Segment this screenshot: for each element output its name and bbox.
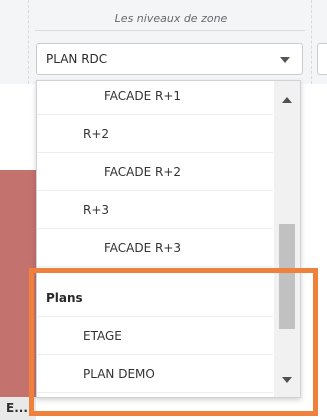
triangle-down-icon[interactable] — [282, 377, 292, 383]
list-item-facade-r-1[interactable]: FACADE R+1 — [37, 81, 273, 115]
zone-level-select-value: PLAN RDC — [46, 52, 108, 66]
triangle-up-icon[interactable] — [282, 97, 292, 103]
zone-level-dropdown-list[interactable]: FACADE R+1 R+2 FACADE R+2 R+3 FACADE R+3 Plan… — [36, 80, 301, 398]
list-item-facade-r-3[interactable]: FACADE R+3 — [37, 229, 273, 267]
background-right-area — [302, 84, 327, 420]
chevron-down-icon[interactable] — [280, 57, 290, 63]
background-label: E... — [0, 397, 36, 420]
list-item-facade-r-2[interactable]: FACADE R+2 — [37, 153, 273, 191]
list-item-etage[interactable]: ETAGE — [37, 317, 273, 355]
dropdown-scrollbar[interactable] — [274, 81, 300, 397]
list-item-r-3[interactable]: R+3 — [37, 191, 273, 229]
group-header-plans: Plans — [37, 279, 273, 317]
zone-level-label: Les niveaux de zone — [114, 12, 228, 25]
adjacent-select[interactable] — [317, 43, 327, 75]
background-panel — [0, 170, 36, 420]
scrollbar-thumb[interactable] — [279, 224, 295, 329]
zone-label-divider — [35, 30, 305, 31]
list-item-r-2[interactable]: R+2 — [37, 115, 273, 153]
list-item-plan-demo[interactable]: PLAN DEMO — [37, 355, 273, 393]
zone-level-select[interactable]: PLAN RDC — [36, 43, 303, 75]
